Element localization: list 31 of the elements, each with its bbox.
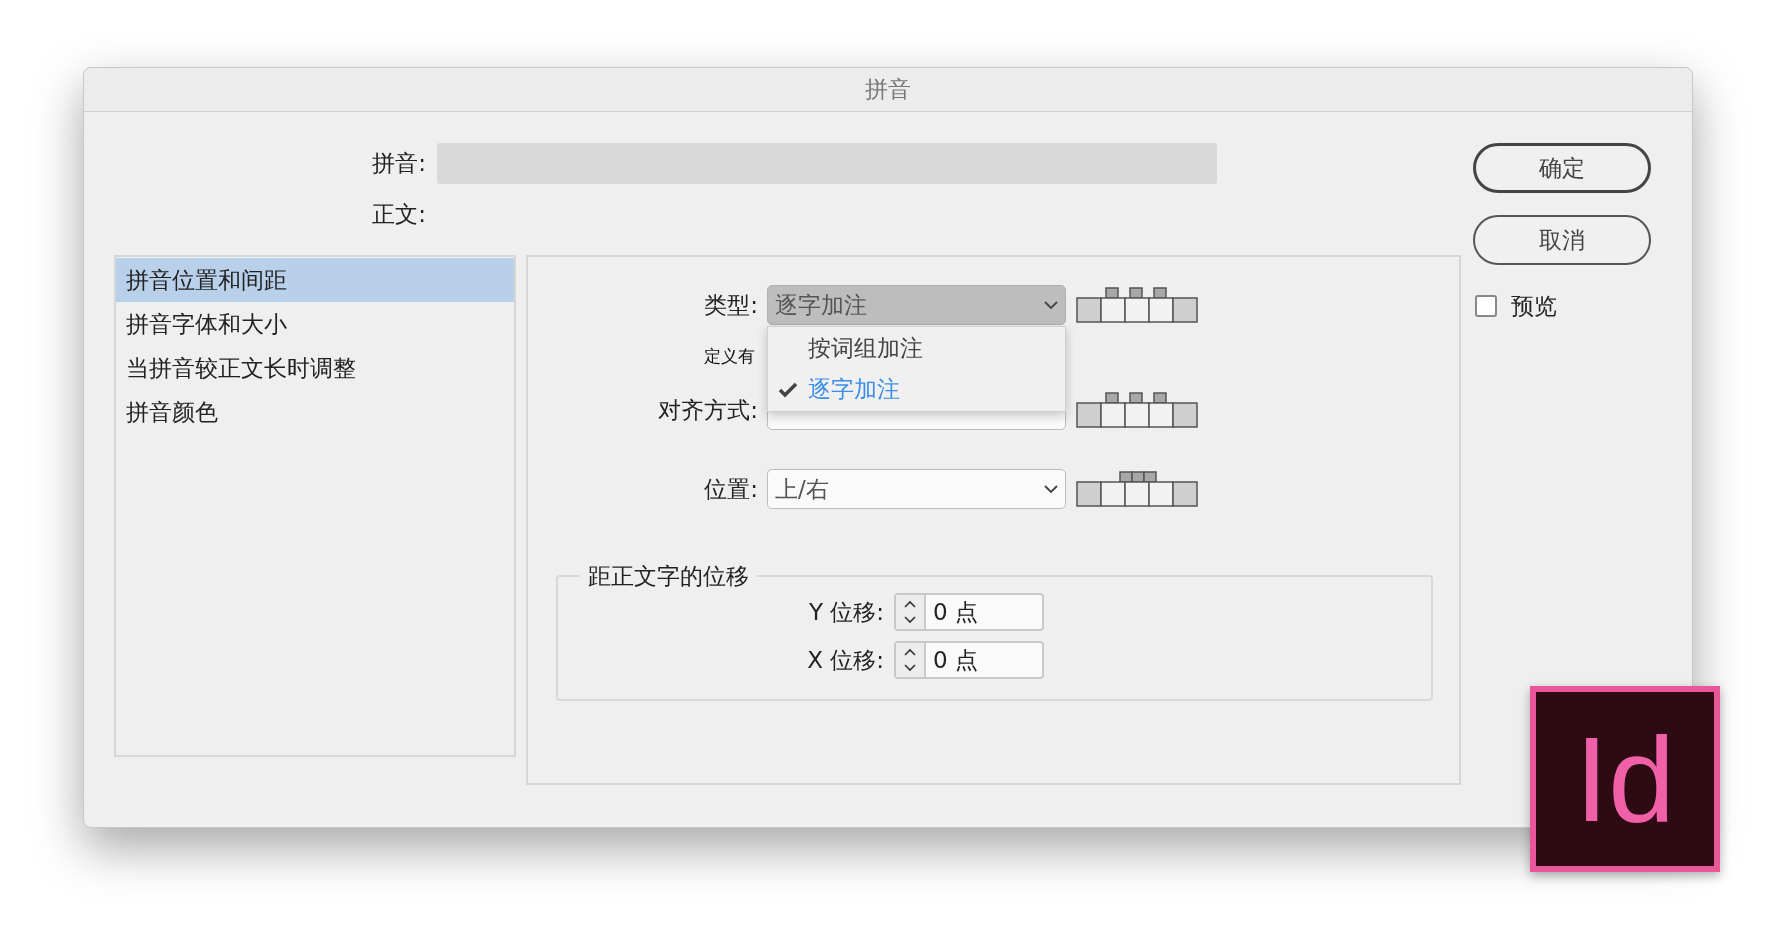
app-logo: Id: [1530, 686, 1720, 872]
ruby-layout-icon: [1076, 471, 1199, 507]
position-dropdown[interactable]: 上/右: [767, 469, 1066, 509]
field-label: Y 位移:: [807, 597, 884, 627]
offset-spinner[interactable]: 0 点: [894, 641, 1044, 679]
chevron-down-icon: [1044, 484, 1058, 494]
offset-spinner[interactable]: 0 点: [894, 593, 1044, 631]
preview-checkbox[interactable]: [1475, 295, 1497, 318]
dialog-button[interactable]: 确定: [1473, 143, 1651, 193]
menu-item[interactable]: 按词组加注: [768, 328, 1065, 369]
field-label: 正文:: [371, 199, 426, 229]
window-title: 拼音: [865, 75, 911, 105]
checkbox-label: 预览: [1511, 292, 1557, 321]
field-label: 拼音:: [371, 149, 426, 179]
field-label: 位置:: [703, 474, 758, 504]
sidebar-item[interactable]: 拼音颜色: [116, 390, 514, 434]
field-label: X 位移:: [806, 645, 884, 675]
checkmark-icon: [778, 381, 798, 398]
chevron-down-icon: [1044, 300, 1058, 310]
type-dropdown[interactable]: 逐字加注: [767, 285, 1066, 325]
field-label: 对齐方式:: [657, 395, 758, 425]
sidebar-item[interactable]: 拼音字体和大小: [116, 302, 514, 346]
ruby-layout-icon: [1076, 287, 1199, 323]
sidebar-item[interactable]: 当拼音较正文长时调整: [116, 346, 514, 390]
stepper-icon[interactable]: [903, 598, 917, 626]
ruby-layout-icon: [1076, 392, 1199, 428]
spacing-label: 定义有: [704, 345, 755, 369]
stepper-icon[interactable]: [903, 646, 917, 674]
field-label: 类型:: [703, 290, 758, 320]
sidebar-item[interactable]: 拼音位置和间距: [116, 258, 514, 302]
dialog-button[interactable]: 取消: [1473, 215, 1651, 265]
